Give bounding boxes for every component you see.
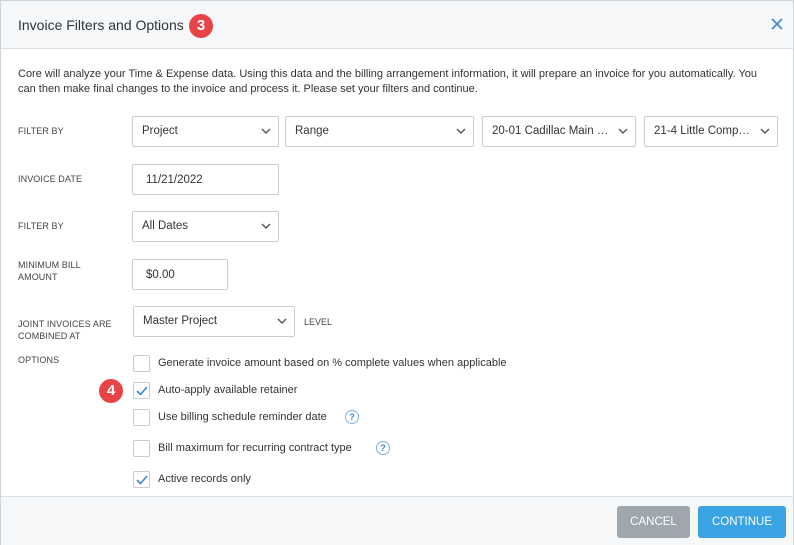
option-billing-schedule-checkbox[interactable] xyxy=(133,409,150,426)
date-filter-select[interactable]: All Dates xyxy=(132,211,279,242)
option-percent-complete-label: Generate invoice amount based on % compl… xyxy=(158,357,507,369)
range-end-select[interactable]: 21-4 Little Compa... xyxy=(644,116,778,147)
joint-level-value: Master Project xyxy=(143,315,218,327)
filter-by-label: FILTER BY xyxy=(18,126,64,136)
close-icon[interactable] xyxy=(770,17,786,33)
range-end-value: 21-4 Little Compa... xyxy=(654,125,755,137)
range-start-value: 20-01 Cadillac Main B... xyxy=(492,125,615,137)
step-badge-3: 3 xyxy=(189,14,213,38)
dialog-footer: CANCEL CONTINUE xyxy=(1,496,793,545)
option-active-records-checkbox[interactable] xyxy=(133,471,150,488)
help-icon[interactable]: ? xyxy=(345,410,359,424)
options-label: OPTIONS xyxy=(18,355,60,365)
chevron-down-icon xyxy=(760,128,770,134)
filter-mode-value: Range xyxy=(295,125,329,137)
minimum-bill-label-line1: MINIMUM BILL xyxy=(18,260,81,270)
minimum-bill-label: MINIMUM BILL AMOUNT xyxy=(18,259,81,283)
step-badge-4: 4 xyxy=(99,379,123,403)
chevron-down-icon xyxy=(261,223,271,229)
continue-button[interactable]: CONTINUE xyxy=(698,506,786,538)
chevron-down-icon xyxy=(618,128,628,134)
range-start-select[interactable]: 20-01 Cadillac Main B... xyxy=(482,116,636,147)
option-bill-maximum-label: Bill maximum for recurring contract type xyxy=(158,442,352,454)
option-active-records-label: Active records only xyxy=(158,473,251,485)
joint-level-suffix: LEVEL xyxy=(304,317,333,327)
option-bill-maximum-checkbox[interactable] xyxy=(133,440,150,457)
chevron-down-icon xyxy=(456,128,466,134)
filter-mode-select[interactable]: Range xyxy=(285,116,474,147)
dialog-title: Invoice Filters and Options xyxy=(18,17,184,33)
minimum-bill-label-line2: AMOUNT xyxy=(18,272,58,282)
help-icon[interactable]: ? xyxy=(376,441,390,455)
chevron-down-icon xyxy=(261,128,271,134)
invoice-filters-dialog: Invoice Filters and Options 3 Core will … xyxy=(0,0,794,545)
option-billing-schedule-label: Use billing schedule reminder date xyxy=(158,411,327,423)
cancel-button[interactable]: CANCEL xyxy=(617,506,690,538)
minimum-bill-input[interactable] xyxy=(132,259,228,290)
filter-type-select[interactable]: Project xyxy=(132,116,279,147)
chevron-down-icon xyxy=(277,318,287,324)
joint-level-select[interactable]: Master Project xyxy=(133,306,295,337)
intro-text: Core will analyze your Time & Expense da… xyxy=(18,68,758,95)
date-filter-value: All Dates xyxy=(142,220,189,232)
option-percent-complete-checkbox[interactable] xyxy=(133,355,150,372)
filter-type-value: Project xyxy=(142,125,178,137)
joint-invoices-label: JOINT INVOICES ARE COMBINED AT xyxy=(18,318,112,342)
joint-invoices-label-line2: COMBINED AT xyxy=(18,331,81,341)
option-auto-apply-retainer-checkbox[interactable] xyxy=(133,382,150,399)
checkmark-icon xyxy=(136,475,148,485)
joint-invoices-label-line1: JOINT INVOICES ARE xyxy=(18,319,112,329)
checkmark-icon xyxy=(136,386,148,396)
invoice-date-label: INVOICE DATE xyxy=(18,174,83,184)
date-filter-label: FILTER BY xyxy=(18,221,64,231)
dialog-header: Invoice Filters and Options 3 xyxy=(1,1,793,49)
invoice-date-input[interactable] xyxy=(132,164,279,195)
option-auto-apply-retainer-label: Auto-apply available retainer xyxy=(158,384,298,396)
